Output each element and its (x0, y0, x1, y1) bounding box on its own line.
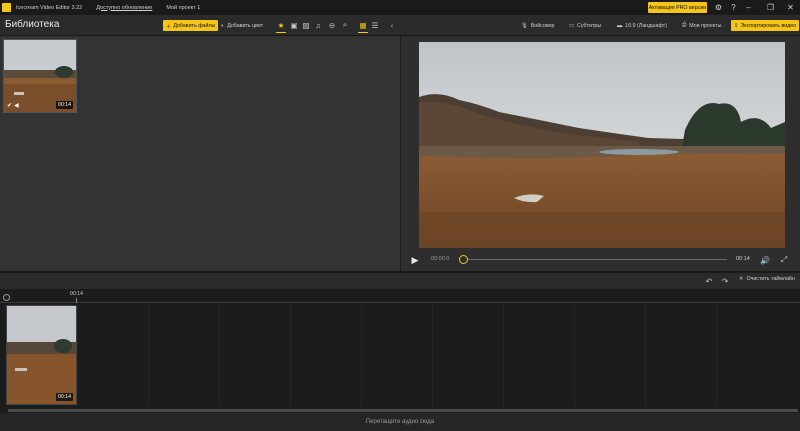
update-link[interactable]: Доступно обновление (96, 5, 152, 11)
checkmark-icon[interactable]: ✔ (7, 102, 12, 109)
library-clip-thumbnail[interactable]: ✔ ◀ 00:14 (3, 39, 77, 113)
track-grid-line (503, 304, 504, 407)
aspect-ratio-icon: ▬ (617, 22, 623, 29)
settings-gear-icon[interactable]: ⚙ (712, 1, 725, 14)
projects-icon: ⎙ (682, 22, 687, 28)
ruler-tick (76, 298, 77, 303)
track-grid-line (645, 304, 646, 407)
volume-icon[interactable]: 🔊 (759, 254, 771, 266)
image-filter-icon[interactable]: ▨ (300, 19, 312, 31)
add-color-label: Добавить цвет (227, 22, 264, 29)
voiceover-label: Войсовер (530, 22, 555, 29)
aspect-ratio-label: 16:9 (Ландшафт) (625, 22, 667, 29)
plus-icon: ＋ (166, 23, 172, 30)
thumbnail-status-icons: ✔ ◀ (7, 102, 19, 109)
timeline: 00:14 00:14 (0, 289, 800, 412)
clear-timeline-button[interactable]: ✕ Очистить таймлайн (739, 276, 795, 282)
favorites-active-underline (276, 32, 286, 33)
landscape-preview-image (419, 42, 785, 248)
collapse-library-chevron-icon[interactable]: ‹ (386, 19, 398, 31)
track-grid-line (361, 304, 362, 407)
track-grid-line (574, 304, 575, 407)
playback-scrubber[interactable] (463, 259, 727, 260)
close-icon[interactable]: ✕ (784, 1, 797, 14)
audio-drop-text: Перетащите аудио сюда (365, 419, 435, 425)
grid-view-icon[interactable]: ▦ (357, 19, 369, 31)
favorites-star-icon[interactable]: ★ (275, 19, 287, 31)
list-view-icon[interactable]: ☰ (369, 19, 381, 31)
timeline-clip-thumbnail-image (7, 306, 76, 404)
play-button[interactable]: ▶ (409, 254, 421, 266)
add-color-button[interactable]: ◐ Добавить цвет (221, 20, 263, 31)
subtitles-label: Субтитры (577, 22, 602, 29)
library-panel: ✔ ◀ 00:14 (0, 36, 400, 271)
app-title: Icecream Video Editor 3.22 (16, 4, 83, 11)
main-toolbar: Библиотека ＋ Добавить файлы ◐ Добавить ц… (0, 15, 800, 36)
palette-icon: ◐ (221, 22, 225, 29)
undo-icon[interactable]: ↶ (703, 275, 715, 287)
timeline-playhead[interactable] (3, 294, 10, 301)
speaker-icon[interactable]: ◀ (14, 102, 19, 109)
add-files-button[interactable]: ＋ Добавить файлы (163, 20, 219, 31)
track-grid-line (219, 304, 220, 407)
timeline-horizontal-scrollbar[interactable] (8, 409, 798, 412)
search-icon[interactable]: ⌕ (339, 19, 351, 31)
track-grid-line (432, 304, 433, 407)
library-clip-duration: 00:14 (56, 101, 73, 109)
project-name: Мой проект 1 (166, 4, 201, 11)
video-preview-frame[interactable] (419, 42, 785, 248)
microphone-icon: 🎙 (521, 22, 528, 29)
timeline-clip-duration: 00:14 (56, 393, 73, 401)
app-logo-icon (2, 3, 11, 12)
clear-x-icon: ✕ (739, 276, 744, 282)
activate-pro-button[interactable]: Активация PRO версии (648, 2, 707, 13)
timeline-clip[interactable]: 00:14 (6, 305, 77, 405)
scrubber-handle[interactable] (459, 255, 468, 264)
my-projects-label: Мои проекты (689, 22, 722, 29)
export-video-button[interactable]: ⇪ Экспортировать видео (731, 20, 800, 31)
timeline-toolbar: ↶ ↷ ✕ Очистить таймлайн (0, 273, 800, 289)
redo-icon[interactable]: ↷ (719, 275, 731, 287)
total-time: 00:14 (736, 256, 750, 262)
video-filter-icon[interactable]: ▣ (288, 19, 300, 31)
add-files-label: Добавить файлы (173, 22, 216, 29)
export-icon: ⇪ (734, 22, 739, 29)
voiceover-button[interactable]: 🎙 Войсовер (521, 20, 554, 31)
audio-drop-zone[interactable]: Перетащите аудио сюда (0, 413, 800, 431)
audio-filter-icon[interactable]: ♫ (312, 19, 324, 31)
track-grid-line (716, 304, 717, 407)
grid-view-active-underline (358, 32, 368, 33)
minimize-icon[interactable]: – (742, 1, 755, 14)
current-time: 00:00.0 (431, 256, 450, 262)
aspect-ratio-button[interactable]: ▬ 16:9 (Ландшафт) (617, 20, 667, 31)
preview-panel: ▶ 00:00.0 00:14 🔊 ⤢ (401, 36, 800, 271)
restore-icon[interactable]: ❐ (764, 1, 777, 14)
my-projects-button[interactable]: ⎙ Мои проекты (682, 20, 721, 31)
fullscreen-icon[interactable]: ⤢ (778, 254, 790, 266)
timeline-ruler[interactable]: 00:14 (0, 289, 800, 303)
library-title: Библиотека (5, 19, 60, 30)
track-grid-line (290, 304, 291, 407)
track-grid-line (148, 304, 149, 407)
title-bar: Icecream Video Editor 3.22 Доступно обно… (0, 0, 800, 15)
zoom-out-icon[interactable]: ⊖ (326, 19, 338, 31)
subtitles-icon: ▭ (569, 22, 575, 29)
help-icon[interactable]: ? (727, 1, 740, 14)
subtitles-button[interactable]: ▭ Субтитры (569, 20, 601, 31)
ruler-time-label: 00:14 (70, 291, 83, 297)
export-video-label: Экспортировать видео (740, 22, 797, 29)
clear-timeline-label: Очистить таймлайн (746, 276, 795, 282)
